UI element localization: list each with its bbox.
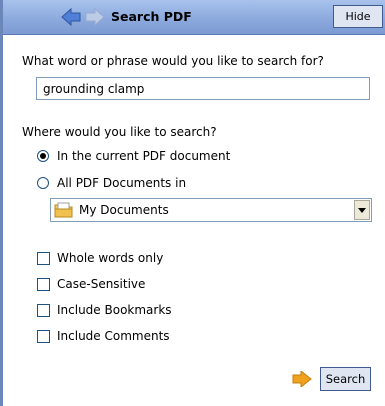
checkbox-whole-words-label: Whole words only: [57, 251, 164, 265]
radio-current-document-label: In the current PDF document: [57, 149, 231, 163]
checkbox-include-comments[interactable]: [37, 330, 50, 343]
checkbox-include-comments-label: Include Comments: [57, 329, 170, 343]
panel-left-border: [0, 0, 3, 406]
hide-button[interactable]: Hide: [333, 5, 383, 28]
folder-select[interactable]: My Documents: [50, 198, 372, 222]
chevron-down-icon[interactable]: [354, 200, 370, 220]
folder-icon: [54, 202, 74, 222]
orange-arrow-icon: [292, 369, 312, 390]
panel-title: Search PDF: [111, 9, 192, 24]
search-input[interactable]: [36, 77, 370, 100]
radio-all-documents-label: All PDF Documents in: [57, 176, 187, 190]
panel-header: Search PDF Hide: [3, 0, 385, 35]
radio-current-document[interactable]: [37, 150, 49, 162]
checkbox-include-bookmarks[interactable]: [37, 304, 50, 317]
search-button[interactable]: Search: [320, 367, 371, 391]
radio-all-documents[interactable]: [37, 177, 49, 189]
back-arrow-icon[interactable]: [61, 7, 81, 27]
location-question-label: Where would you like to search?: [22, 125, 217, 139]
forward-arrow-icon[interactable]: [85, 7, 105, 27]
folder-select-value: My Documents: [79, 203, 169, 217]
checkbox-whole-words[interactable]: [37, 252, 50, 265]
checkbox-case-sensitive-label: Case-Sensitive: [57, 277, 146, 291]
checkbox-case-sensitive[interactable]: [37, 278, 50, 291]
checkbox-include-bookmarks-label: Include Bookmarks: [57, 303, 172, 317]
search-question-label: What word or phrase would you like to se…: [22, 54, 324, 68]
